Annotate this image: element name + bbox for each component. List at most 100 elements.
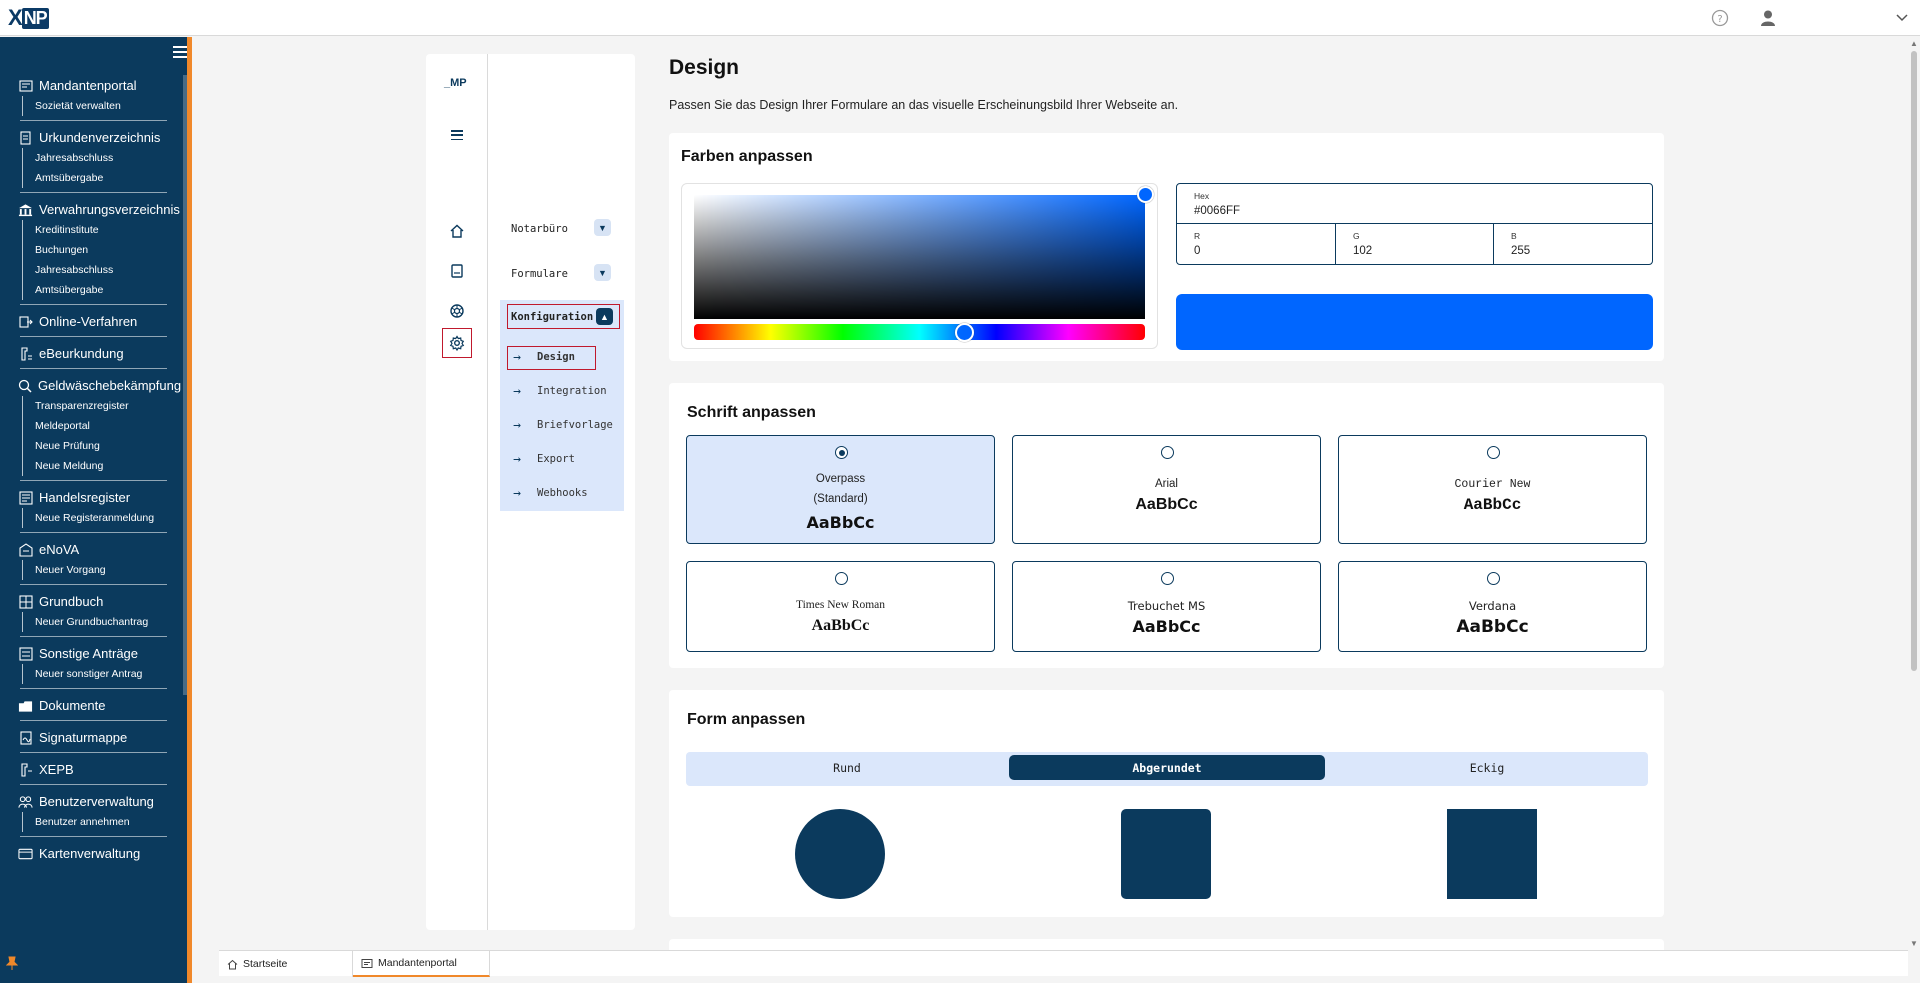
documents-icon <box>18 699 33 712</box>
font-option-trebuchet-ms[interactable]: Trebuchet MS AaBbCc <box>1012 561 1321 652</box>
arrow-right-icon: → <box>513 451 521 467</box>
tab-mandantenportal[interactable]: Mandantenportal <box>353 951 490 977</box>
gear-icon[interactable] <box>448 334 466 352</box>
sidebar-subitem[interactable]: Kreditinstitute <box>22 220 167 240</box>
sidebar-subitem[interactable]: Neuer sonstiger Antrag <box>22 664 167 684</box>
submenu-briefvorlage[interactable]: → Briefvorlage <box>511 417 613 433</box>
sidebar-subitem[interactable]: Neue Registeranmeldung <box>22 508 167 528</box>
chevron-down-icon[interactable]: ▼ <box>594 264 611 281</box>
sidebar-item-grundbuch[interactable]: Grundbuch <box>18 591 167 612</box>
g-field[interactable]: G 102 <box>1336 224 1494 264</box>
sidebar-subitem[interactable]: Amtsübergabe <box>22 280 167 300</box>
sidebar-item-label: Handelsregister <box>39 490 131 505</box>
sidebar-item-label: eNoVA <box>39 542 80 557</box>
sidebar-subitem[interactable]: Neuer Grundbuchantrag <box>22 612 167 632</box>
menu-formulare[interactable]: Formulare <box>511 268 568 280</box>
stamp-icon <box>18 346 33 361</box>
help-icon[interactable]: ? <box>1710 8 1730 28</box>
saturation-handle[interactable] <box>1137 186 1154 203</box>
sidebar-subitem[interactable]: Benutzer annehmen <box>22 812 167 832</box>
tab-startseite[interactable]: Startseite <box>219 951 353 977</box>
sidebar-item-dokumente[interactable]: Dokumente <box>18 695 167 716</box>
sidebar-item-online-verfahren[interactable]: Online-Verfahren <box>18 311 167 332</box>
b-field[interactable]: B 255 <box>1494 224 1652 264</box>
online-icon <box>18 315 33 328</box>
sidebar-subitem[interactable]: Neue Meldung <box>22 456 167 476</box>
sidebar-item-handelsregister[interactable]: Handelsregister <box>18 487 167 508</box>
font-option-arial[interactable]: Arial AaBbCc <box>1012 435 1321 544</box>
menu-konfiguration[interactable]: Konfiguration <box>511 311 593 323</box>
ai-icon[interactable] <box>448 302 466 320</box>
arrow-right-icon: → <box>513 417 521 433</box>
radio-button[interactable] <box>835 446 848 459</box>
tab-abgerundet[interactable]: Abgerundet <box>1009 755 1325 780</box>
scroll-up-icon[interactable]: ▲ <box>1910 39 1918 48</box>
konfiguration-submenu <box>500 300 624 511</box>
submenu-export[interactable]: → Export <box>511 451 575 467</box>
portal-icon <box>361 958 373 968</box>
sidebar-group: Benutzerverwaltung Benutzer annehmen <box>18 785 167 837</box>
sidebar-subitem[interactable]: Sozietät verwalten <box>22 96 167 116</box>
submenu-label: Export <box>537 453 575 465</box>
submenu-webhooks[interactable]: → Webhooks <box>511 485 588 501</box>
sidebar-item-mandantenportal[interactable]: Mandantenportal <box>18 75 167 96</box>
sidebar-item-enova[interactable]: eNoVA <box>18 539 167 560</box>
sidebar-subitem[interactable]: Jahresabschluss <box>22 148 167 168</box>
sidebar-item-ebeurkundung[interactable]: eBeurkundung <box>18 343 167 364</box>
sidebar-group: Grundbuch Neuer Grundbuchantrag <box>18 585 167 637</box>
font-option-times-new-roman[interactable]: Times New Roman AaBbCc <box>686 561 995 652</box>
sidebar-subitem[interactable]: Buchungen <box>22 240 167 260</box>
sidebar-item-xepb[interactable]: XEPB <box>18 759 167 780</box>
radio-button[interactable] <box>1161 572 1174 585</box>
font-option-verdana[interactable]: Verdana AaBbCc <box>1338 561 1647 652</box>
sidebar-subitem[interactable]: Transparenzregister <box>22 396 167 416</box>
inner-nav-panel: _MP Notarbüro ▼ Formulare ▼ Konfiguratio… <box>426 54 635 930</box>
hue-handle[interactable] <box>954 323 974 342</box>
main-sidebar: Mandantenportal Sozietät verwalten Urkunde… <box>0 37 192 983</box>
user-icon[interactable] <box>1758 8 1778 28</box>
pin-icon[interactable] <box>5 956 19 973</box>
app-logo[interactable]: X NP <box>8 4 49 32</box>
top-bar: X NP ? <box>0 0 1920 36</box>
radio-button[interactable] <box>1161 446 1174 459</box>
sidebar-item-benutzerverwaltung[interactable]: Benutzerverwaltung <box>18 791 167 812</box>
sidebar-item-sonstige-anträge[interactable]: Sonstige Anträge <box>18 643 167 664</box>
sidebar-subitem[interactable]: Meldeportal <box>22 416 167 436</box>
submenu-design[interactable]: → Design <box>511 349 575 365</box>
scroll-down-icon[interactable]: ▼ <box>1910 939 1918 948</box>
sidebar-item-kartenverwaltung[interactable]: Kartenverwaltung <box>18 843 167 864</box>
radio-button[interactable] <box>1487 446 1500 459</box>
tab-eckig[interactable]: Eckig <box>1329 755 1645 780</box>
book-icon[interactable] <box>448 262 466 280</box>
menu-toggle-icon[interactable] <box>173 46 187 58</box>
font-option-courier-new[interactable]: Courier New AaBbCc <box>1338 435 1647 544</box>
sidebar-subitem[interactable]: Neuer Vorgang <box>22 560 167 580</box>
chevron-up-icon[interactable]: ▲ <box>596 308 613 325</box>
submenu-integration[interactable]: → Integration <box>511 383 606 399</box>
sidebar-item-geldwäschebekämpfung[interactable]: Geldwäschebekämpfung <box>18 375 181 396</box>
rail-menu-icon[interactable] <box>451 130 463 140</box>
hue-slider[interactable] <box>694 324 1145 340</box>
menu-notarbuero[interactable]: Notarbüro <box>511 223 568 235</box>
r-field[interactable]: R 0 <box>1177 224 1336 264</box>
font-option-overpass[interactable]: Overpass (Standard) AaBbCc <box>686 435 995 544</box>
sidebar-item-verwahrungsverzeichnis[interactable]: Verwahrungsverzeichnis <box>18 199 180 220</box>
sidebar-subitem[interactable]: Neue Prüfung <box>22 436 167 456</box>
radio-button[interactable] <box>1487 572 1500 585</box>
scrollbar-thumb[interactable] <box>1911 51 1917 671</box>
main-scrollbar[interactable]: ▲ ▼ <box>1908 37 1920 950</box>
sidebar-subitem[interactable]: Amtsübergabe <box>22 168 167 188</box>
hex-field[interactable]: Hex #0066FF <box>1177 184 1652 224</box>
home-icon[interactable] <box>448 222 466 240</box>
radio-button[interactable] <box>835 572 848 585</box>
chevron-down-icon[interactable] <box>1892 8 1912 28</box>
mp-mark: _MP <box>444 77 467 89</box>
sidebar-item-urkundenverzeichnis[interactable]: Urkundenverzeichnis <box>18 127 167 148</box>
sidebar-group: XEPB <box>20 753 167 785</box>
chevron-down-icon[interactable]: ▼ <box>594 219 611 236</box>
sidebar-item-signaturmappe[interactable]: Signaturmappe <box>18 727 167 748</box>
tab-rund[interactable]: Rund <box>689 755 1005 780</box>
trade-register-icon <box>18 490 33 505</box>
saturation-area[interactable] <box>694 195 1145 319</box>
sidebar-subitem[interactable]: Jahresabschluss <box>22 260 167 280</box>
